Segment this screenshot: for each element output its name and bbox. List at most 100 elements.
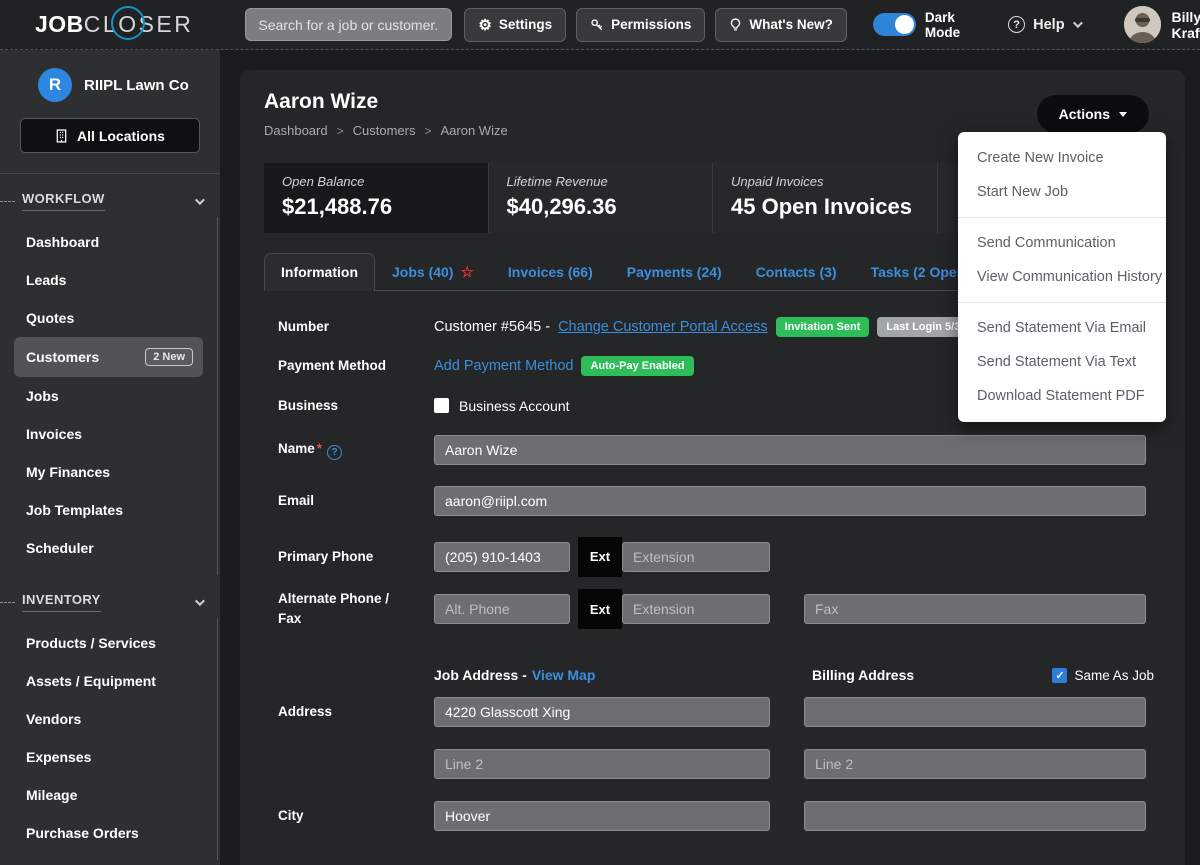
- sidebar-item-dashboard[interactable]: Dashboard: [14, 223, 203, 261]
- business-account-checkbox[interactable]: [434, 398, 449, 413]
- sidebar-item-quotes[interactable]: Quotes: [14, 299, 203, 337]
- menu-item-send-statement-via-email[interactable]: Send Statement Via Email: [958, 311, 1166, 345]
- breadcrumb-link-dashboard[interactable]: Dashboard: [264, 123, 328, 138]
- field-label: Number: [278, 317, 434, 337]
- toggle-knob: [895, 15, 914, 34]
- tab-jobs-40[interactable]: Jobs (40): [375, 253, 491, 291]
- add-payment-method-link[interactable]: Add Payment Method: [434, 358, 573, 374]
- field-label: Business: [278, 396, 434, 416]
- email-field[interactable]: [434, 486, 1146, 516]
- form-row-name: Name*: [278, 435, 1161, 465]
- sidebar-section-header-management[interactable]: MANAGEMENT: [0, 860, 220, 865]
- dark-mode-toggle[interactable]: [873, 13, 916, 36]
- field-label: Name: [278, 441, 315, 456]
- permissions-button[interactable]: Permissions: [576, 8, 705, 42]
- field-label: Alternate Phone / Fax: [278, 589, 434, 630]
- avatar[interactable]: [1124, 6, 1161, 43]
- sidebar-item-vendors[interactable]: Vendors: [14, 700, 203, 738]
- sidebar-item-customers[interactable]: Customers 2 New: [14, 337, 203, 377]
- sidebar-item-mileage[interactable]: Mileage: [14, 776, 203, 814]
- billing-line2-field[interactable]: [804, 749, 1146, 779]
- billing-address-field[interactable]: [804, 697, 1146, 727]
- main-panel: Aaron Wize Dashboard Customers Aaron Wiz…: [240, 70, 1185, 865]
- job-address-field[interactable]: [434, 697, 770, 727]
- sidebar-section-header-workflow[interactable]: WORKFLOW: [0, 174, 220, 217]
- breadcrumb-separator: [424, 123, 431, 138]
- info-question-icon: [327, 445, 342, 460]
- tab-information[interactable]: Information: [264, 253, 375, 291]
- change-portal-access-link[interactable]: Change Customer Portal Access: [558, 319, 768, 335]
- primary-extension-field[interactable]: [622, 542, 770, 572]
- tab-payments-24[interactable]: Payments (24): [610, 253, 739, 291]
- billing-city-field[interactable]: [804, 801, 1146, 831]
- alt-phone-field[interactable]: [434, 594, 570, 624]
- settings-button[interactable]: Settings: [464, 8, 566, 42]
- menu-item-download-statement-pdf[interactable]: Download Statement PDF: [958, 379, 1166, 413]
- form-row-line2: [278, 749, 1161, 779]
- company-switcher[interactable]: R RIIPL Lawn Co: [0, 64, 220, 106]
- stat-unpaid-invoices: Unpaid Invoices 45 Open Invoices: [712, 163, 937, 233]
- breadcrumb-separator: [337, 123, 344, 138]
- form-row-address-headers: Job Address - View Map Billing Address S…: [278, 667, 1161, 683]
- menu-item-start-new-job[interactable]: Start New Job: [958, 175, 1166, 209]
- sidebar-section-header-inventory[interactable]: INVENTORY: [0, 575, 220, 618]
- dash-decoration: [0, 602, 15, 603]
- billing-address-heading: Billing Address: [812, 667, 914, 683]
- company-logo: R: [38, 68, 72, 102]
- job-address-heading: Job Address -: [434, 667, 527, 683]
- sidebar-section: WORKFLOW Dashboard Leads Quotes Customer…: [0, 174, 220, 575]
- menu-item-view-communication-history[interactable]: View Communication History: [958, 260, 1166, 294]
- job-line2-field[interactable]: [434, 749, 770, 779]
- sidebar-item-purchase-orders[interactable]: Purchase Orders: [14, 814, 203, 852]
- sidebar-item-products-services[interactable]: Products / Services: [14, 624, 203, 662]
- menu-item-send-statement-via-text[interactable]: Send Statement Via Text: [958, 345, 1166, 379]
- top-navbar: JOBCLOSER Settings Permissions What's Ne…: [0, 0, 1200, 50]
- view-map-link[interactable]: View Map: [532, 667, 596, 683]
- form-row-address: Address: [278, 697, 1161, 727]
- sidebar-item-invoices[interactable]: Invoices: [14, 415, 203, 453]
- field-label: City: [278, 806, 434, 826]
- fax-field[interactable]: [804, 594, 1146, 624]
- sidebar-item-job-templates[interactable]: Job Templates: [14, 491, 203, 529]
- field-label: Address: [278, 702, 434, 722]
- sidebar-sections: WORKFLOW Dashboard Leads Quotes Customer…: [0, 174, 220, 865]
- menu-item-send-communication[interactable]: Send Communication: [958, 226, 1166, 260]
- all-locations-button[interactable]: All Locations: [20, 118, 200, 153]
- search-input[interactable]: [245, 8, 452, 41]
- dark-mode-label: Dark Mode: [925, 10, 960, 40]
- stat-value: $40,296.36: [507, 194, 695, 220]
- job-city-field[interactable]: [434, 801, 770, 831]
- ext-label: Ext: [578, 537, 622, 577]
- sidebar-section: MANAGEMENT: [0, 860, 220, 865]
- sidebar: R RIIPL Lawn Co All Locations WORKFLOW D…: [0, 50, 220, 865]
- sidebar-item-scheduler[interactable]: Scheduler: [14, 529, 203, 567]
- stat-value: $21,488.76: [282, 194, 470, 220]
- primary-phone-field[interactable]: [434, 542, 570, 572]
- alt-extension-field[interactable]: [622, 594, 770, 624]
- field-label: Payment Method: [278, 356, 434, 376]
- caret-down-icon: [1119, 112, 1127, 117]
- chevron-down-icon: [195, 596, 205, 606]
- stat-label: Open Balance: [282, 174, 470, 189]
- sidebar-item-expenses[interactable]: Expenses: [14, 738, 203, 776]
- favorite-star-icon: [460, 265, 473, 280]
- field-label: Email: [278, 491, 434, 511]
- user-menu[interactable]: Billy Kraft: [1124, 6, 1200, 43]
- sidebar-item-my-finances[interactable]: My Finances: [14, 453, 203, 491]
- sidebar-item-assets-equipment[interactable]: Assets / Equipment: [14, 662, 203, 700]
- sidebar-item-jobs[interactable]: Jobs: [14, 377, 203, 415]
- name-field[interactable]: [434, 435, 1146, 465]
- whats-new-button[interactable]: What's New?: [715, 8, 846, 42]
- sidebar-item-leads[interactable]: Leads: [14, 261, 203, 299]
- menu-item-create-new-invoice[interactable]: Create New Invoice: [958, 141, 1166, 175]
- breadcrumb-link-customers[interactable]: Customers: [353, 123, 416, 138]
- tab-invoices-66[interactable]: Invoices (66): [491, 253, 610, 291]
- stat-value: 45 Open Invoices: [731, 194, 919, 220]
- gear-icon: [478, 16, 491, 34]
- actions-button[interactable]: Actions: [1037, 95, 1149, 133]
- same-as-job-checkbox[interactable]: [1052, 668, 1067, 683]
- tab-contacts-3[interactable]: Contacts (3): [739, 253, 854, 291]
- help-menu[interactable]: Help: [1008, 16, 1079, 33]
- form-row-email: Email: [278, 486, 1161, 516]
- building-icon: [55, 129, 68, 143]
